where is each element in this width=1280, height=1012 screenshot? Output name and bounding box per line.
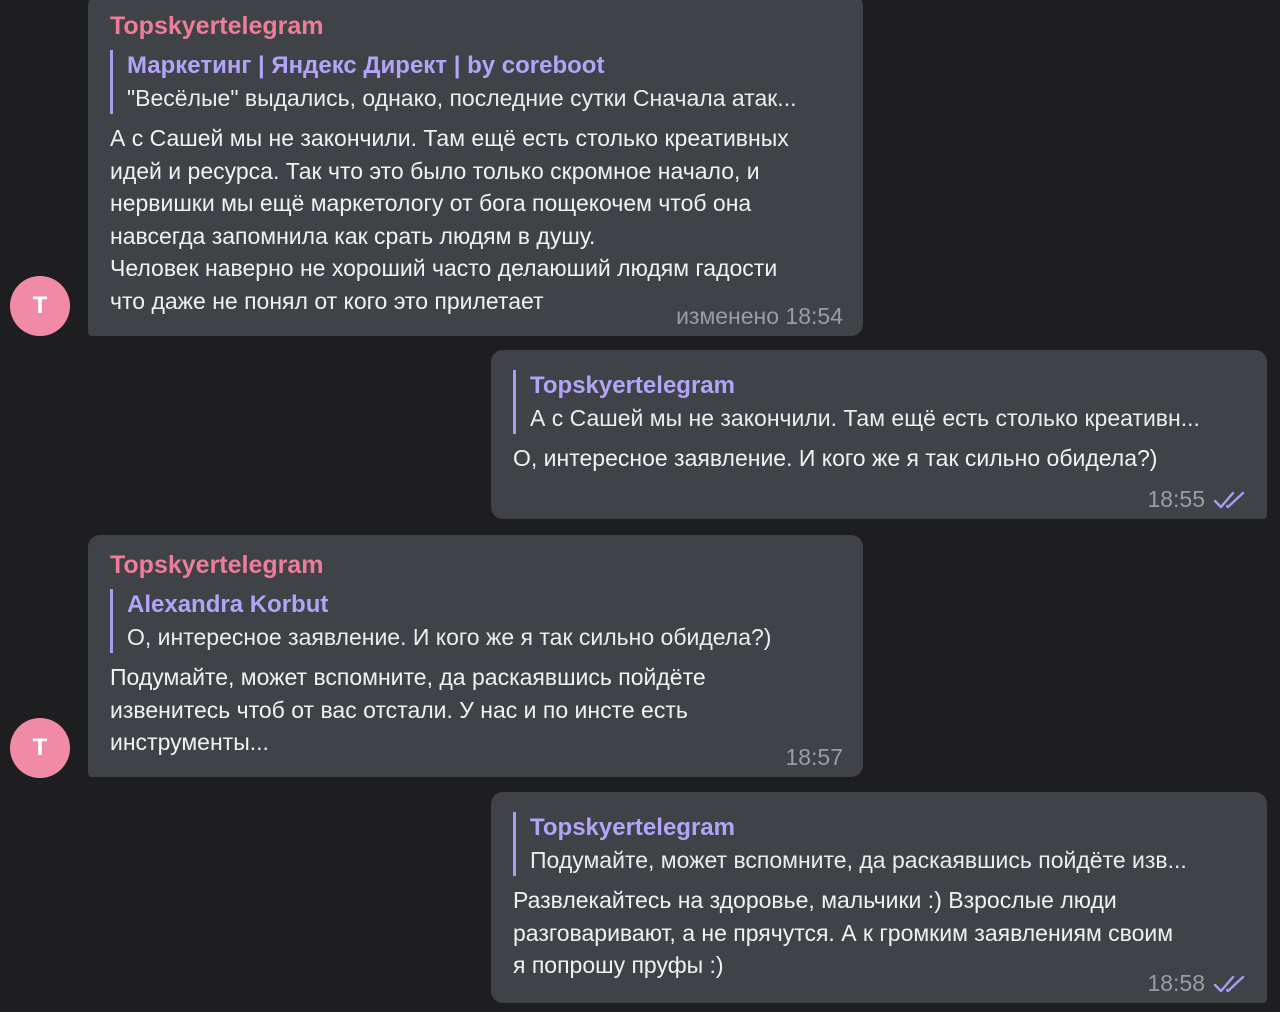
message-bubble[interactable]: Topskyertelegram Маркетинг | Яндекс Дире… (88, 0, 863, 336)
avatar[interactable]: T (10, 718, 70, 778)
message-text: Подумайте, может вспомните, да раскаявши… (110, 664, 706, 756)
double-check-icon (1213, 975, 1245, 992)
reply-author: Topskyertelegram (530, 372, 735, 399)
message-meta: 18:58 (1147, 970, 1247, 997)
message-time: 18:55 (1147, 486, 1205, 512)
reply-author: Маркетинг | Яндекс Директ | by coreboot (127, 52, 605, 79)
reply-text: Подумайте, может вспомните, да раскаявши… (530, 847, 1187, 873)
message-bubble[interactable]: Topskyertelegram А с Сашей мы не закончи… (491, 350, 1267, 519)
sender-name[interactable]: Topskyertelegram (110, 547, 841, 583)
chat-history[interactable]: Topskyertelegram Маркетинг | Яндекс Дире… (0, 0, 1280, 1012)
reply-text: "Весёлые" выдались, однако, последние су… (127, 85, 797, 111)
message-time: изменено 18:54 (676, 303, 843, 329)
reply-quote[interactable]: Topskyertelegram Подумайте, может вспомн… (513, 812, 1245, 876)
message-text: О, интересное заявление. И кого же я так… (513, 445, 1158, 471)
sender-name[interactable]: Topskyertelegram (110, 8, 841, 44)
message-meta: 18:55 (1147, 486, 1247, 513)
reply-author: Alexandra Korbut (127, 591, 329, 618)
double-check-icon (1213, 491, 1245, 508)
message-bubble[interactable]: Topskyertelegram Alexandra Korbut О, инт… (88, 535, 863, 777)
avatar[interactable]: T (10, 276, 70, 336)
message-text: Развлекайтесь на здоровье, мальчики :) В… (513, 887, 1174, 979)
message-meta: изменено 18:54 (676, 303, 843, 330)
reply-quote[interactable]: Topskyertelegram А с Сашей мы не закончи… (513, 370, 1245, 434)
message-bubble[interactable]: Topskyertelegram Подумайте, может вспомн… (491, 792, 1267, 1003)
message-meta: 18:57 (785, 744, 843, 771)
reply-quote[interactable]: Маркетинг | Яндекс Директ | by coreboot … (110, 50, 841, 114)
reply-text: О, интересное заявление. И кого же я так… (127, 624, 772, 650)
message-time: 18:57 (785, 744, 843, 770)
message-time: 18:58 (1147, 970, 1205, 996)
message-text: А с Сашей мы не закончили. Там ещё есть … (110, 125, 789, 314)
reply-quote[interactable]: Alexandra Korbut О, интересное заявление… (110, 589, 841, 653)
reply-text: А с Сашей мы не закончили. Там ещё есть … (530, 405, 1200, 431)
reply-author: Topskyertelegram (530, 814, 735, 841)
